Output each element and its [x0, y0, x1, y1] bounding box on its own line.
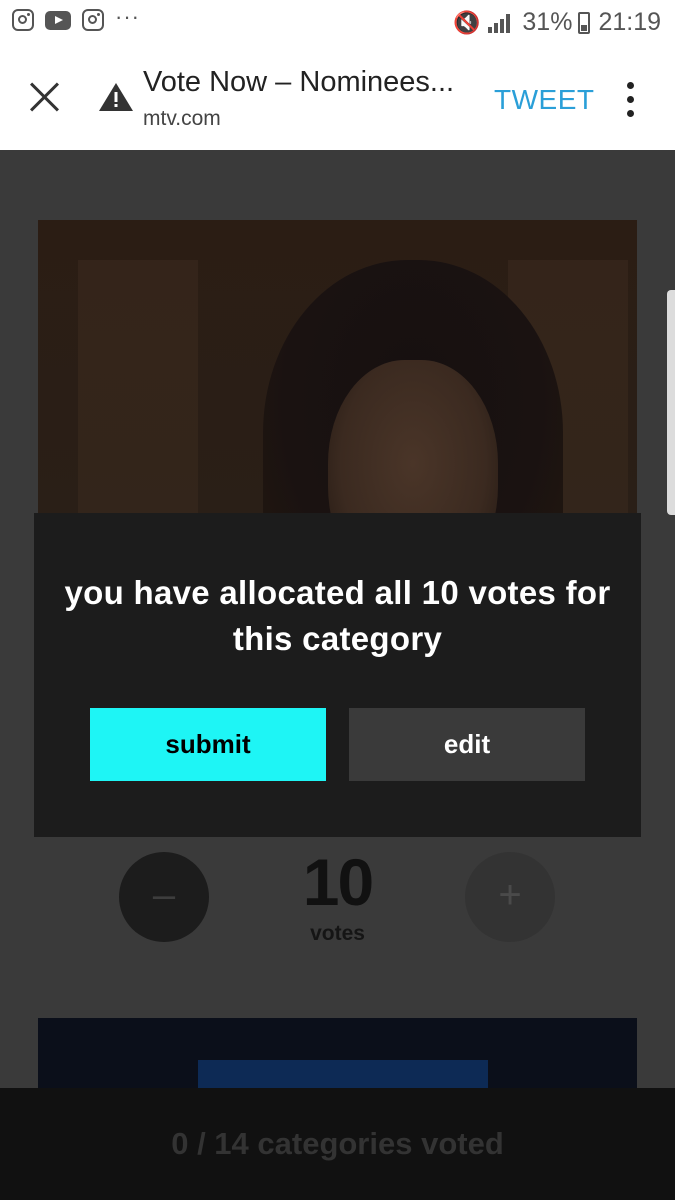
mute-icon: 🔇: [452, 9, 481, 35]
instagram-icon: [12, 9, 34, 31]
instagram-icon: [82, 9, 104, 31]
increase-votes-button[interactable]: +: [465, 852, 555, 942]
page-url: mtv.com: [143, 107, 221, 130]
vote-unit-label: votes: [310, 922, 365, 945]
dialog-message: you have allocated all 10 votes for this…: [64, 574, 611, 657]
warning-icon: [99, 83, 133, 111]
votes-allocated-dialog: you have allocated all 10 votes for this…: [34, 513, 641, 837]
battery-percent: 31%: [522, 8, 573, 36]
browser-header: Vote Now – Nominees... mtv.com TWEET: [0, 48, 675, 150]
battery-icon: [578, 11, 591, 34]
edit-button[interactable]: edit: [349, 708, 585, 781]
signal-icon: [488, 13, 512, 33]
notification-icons: ···: [12, 4, 151, 31]
status-bar: ··· 🔇 31% 21:19: [0, 0, 675, 48]
close-icon[interactable]: [28, 80, 62, 114]
youtube-icon: [45, 10, 71, 30]
progress-bar: 0 / 14 categories voted: [0, 1088, 675, 1200]
tweet-button[interactable]: TWEET: [494, 84, 595, 116]
submit-button[interactable]: submit: [90, 708, 326, 781]
decrease-votes-button[interactable]: –: [119, 852, 209, 942]
more-notifications-icon: ···: [115, 4, 140, 29]
nominee-image: [38, 220, 637, 520]
clock: 21:19: [598, 8, 661, 36]
categories-progress: 0 / 14 categories voted: [171, 1126, 504, 1161]
more-options-icon[interactable]: [624, 82, 638, 118]
system-status: 🔇 31% 21:19: [453, 8, 661, 37]
scrollbar[interactable]: [667, 290, 675, 515]
vote-count: 10: [302, 845, 374, 919]
page-title: Vote Now – Nominees...: [143, 66, 455, 98]
vote-controls: – 10 votes +: [0, 840, 675, 960]
